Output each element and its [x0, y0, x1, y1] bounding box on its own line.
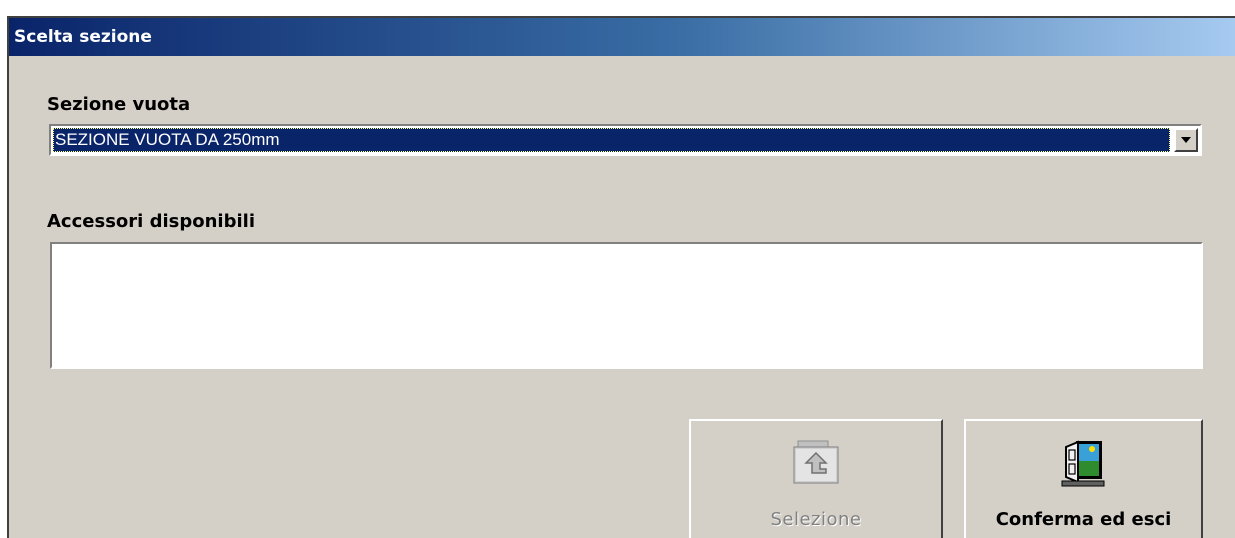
section-combobox[interactable]: SEZIONE VUOTA DA 250mm — [49, 124, 1202, 156]
confirm-exit-button[interactable]: Conferma ed esci — [964, 419, 1203, 538]
section-label: Sezione vuota — [47, 94, 191, 115]
title-bar: Scelta sezione — [9, 18, 1235, 56]
combobox-dropdown-button[interactable] — [1174, 128, 1198, 152]
accessories-listbox[interactable] — [50, 242, 1203, 369]
section-selected-value[interactable]: SEZIONE VUOTA DA 250mm — [53, 128, 1170, 152]
exit-door-icon — [1061, 440, 1104, 487]
chevron-down-icon — [1181, 137, 1191, 143]
folder-up-arrow-icon — [793, 440, 839, 484]
confirm-exit-button-label: Conferma ed esci — [995, 509, 1172, 530]
accessories-label: Accessori disponibili — [47, 211, 255, 232]
window-title: Scelta sezione — [14, 27, 152, 47]
dialog-window: Scelta sezione Sezione vuota SEZIONE VUO… — [7, 16, 1235, 538]
select-button[interactable]: Selezione — [689, 419, 943, 538]
select-button-label: Selezione — [770, 509, 862, 530]
